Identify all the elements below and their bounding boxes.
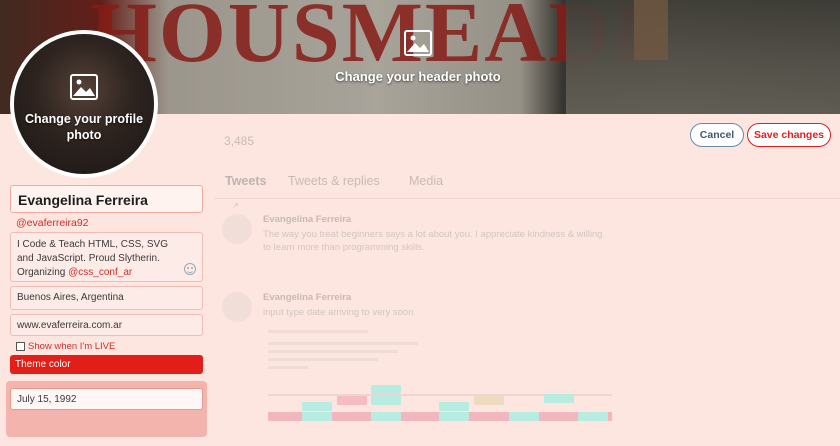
name-field[interactable]: Evangelina Ferreira — [10, 185, 203, 213]
tabs-divider — [214, 198, 840, 199]
tweet-text: input type date arriving to very soon — [263, 307, 414, 318]
tweet-avatar — [222, 292, 252, 322]
change-header-photo-label: Change your header photo — [335, 69, 501, 84]
handle-link[interactable]: @evaferreira92 — [16, 217, 89, 229]
change-profile-photo-button[interactable]: Change your profile photo — [14, 72, 154, 143]
profile-avatar[interactable]: Change your profile photo — [10, 30, 158, 178]
profile-edit-page: HOUSMEADE Change your header photo 3,485… — [0, 0, 840, 446]
website-value: www.evaferreira.com.ar — [17, 320, 123, 331]
name-value: Evangelina Ferreira — [18, 192, 148, 208]
tweet[interactable]: Evangelina Ferreira input type date arri… — [222, 292, 622, 322]
tweet[interactable]: Evangelina Ferreira The way you treat be… — [222, 214, 622, 270]
cancel-button[interactable]: Cancel — [690, 123, 744, 147]
location-value: Buenos Aires, Argentina — [17, 292, 124, 303]
birth-date-value: July 15, 1992 — [17, 394, 77, 405]
bio-field[interactable]: I Code & Teach HTML, CSS, SVG and JavaSc… — [10, 232, 203, 282]
pin-icon: ↗ — [232, 201, 239, 210]
tab-tweets-and-replies[interactable]: Tweets & replies — [288, 174, 380, 188]
checkbox-box[interactable] — [16, 341, 25, 351]
show-live-label: Show when I'm LIVE — [28, 340, 116, 352]
bio-value: I Code & Teach HTML, CSS, SVG and JavaSc… — [17, 239, 168, 278]
image-icon — [70, 74, 98, 100]
show-live-checkbox[interactable]: Show when I'm LIVE — [16, 340, 115, 352]
location-field[interactable]: Buenos Aires, Argentina — [10, 286, 203, 310]
change-header-photo-button[interactable]: Change your header photo — [318, 28, 518, 84]
change-profile-photo-label: Change your profile photo — [24, 112, 144, 142]
tab-media[interactable]: Media — [409, 174, 443, 188]
bio-mention-link[interactable]: @css_conf_ar — [68, 267, 132, 278]
tweet-text: The way you treat beginners says a lot a… — [263, 229, 603, 253]
website-field[interactable]: www.evaferreira.com.ar — [10, 314, 203, 336]
tab-tweets[interactable]: Tweets — [225, 174, 266, 188]
tweet-avatar — [222, 214, 252, 244]
tweet-author[interactable]: Evangelina Ferreira — [263, 214, 351, 225]
image-icon — [404, 30, 432, 56]
save-changes-button[interactable]: Save changes — [747, 123, 831, 147]
tweet-embedded-image — [262, 320, 622, 446]
birth-date-field[interactable]: July 15, 1992 — [10, 388, 203, 410]
emoji-icon[interactable] — [184, 263, 196, 275]
tweet-author[interactable]: Evangelina Ferreira — [263, 292, 351, 303]
stat-count: 3,485 — [224, 134, 255, 148]
theme-color-button[interactable]: Theme color — [10, 355, 203, 374]
